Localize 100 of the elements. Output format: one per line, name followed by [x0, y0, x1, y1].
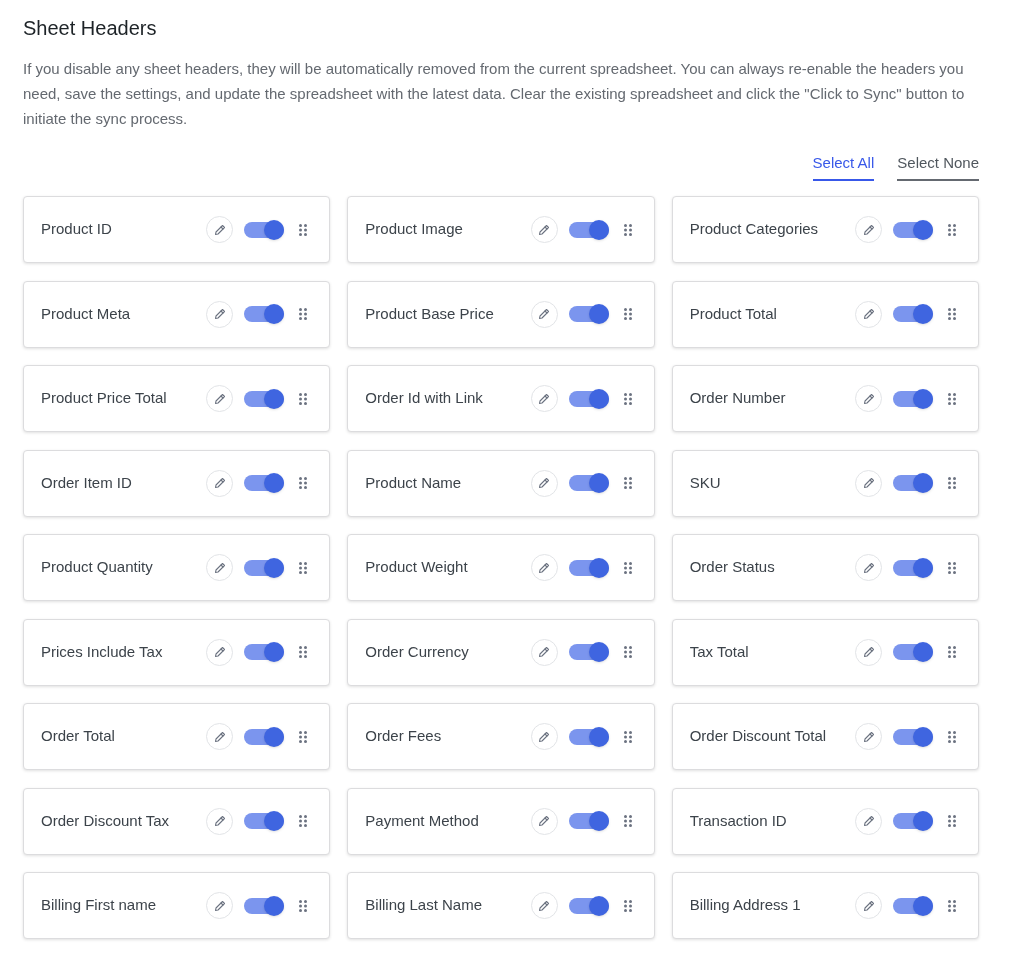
edit-button[interactable]	[855, 216, 882, 243]
toggle-switch[interactable]	[893, 473, 933, 493]
description-text: If you disable any sheet headers, they will be automatically removed from the current spreadsheet. You can always re-enable the headers you need, save the settings, and update the spreadsheet with the latest data. Clear the existing spreadsheet and click the "Click to Sync" button to initiate the sync process.	[23, 59, 966, 129]
edit-button[interactable]	[206, 385, 234, 412]
drag-handle-icon[interactable]	[948, 730, 956, 743]
pencil-icon	[213, 730, 226, 743]
header-label: Payment Method	[365, 810, 480, 831]
header-label: Order Fees	[365, 726, 443, 747]
edit-button[interactable]	[206, 300, 234, 328]
pencil-icon	[862, 815, 875, 827]
toggle-switch[interactable]	[568, 642, 609, 662]
toggle-switch[interactable]	[893, 388, 933, 409]
drag-handle-icon[interactable]	[299, 899, 308, 912]
toggle-switch[interactable]	[244, 726, 285, 747]
edit-button[interactable]	[530, 216, 558, 243]
select-link[interactable]: Select All	[812, 151, 875, 181]
edit-button[interactable]	[530, 469, 558, 497]
edit-button[interactable]	[855, 385, 882, 412]
edit-button[interactable]	[530, 300, 558, 328]
header-label: Order Discount Total	[689, 726, 828, 747]
header-label: Product ID	[41, 219, 113, 240]
toggle-switch[interactable]	[244, 557, 285, 578]
toggle-switch[interactable]	[244, 811, 285, 831]
edit-button[interactable]	[206, 216, 234, 243]
drag-handle-icon[interactable]	[948, 308, 956, 320]
drag-handle-icon[interactable]	[948, 646, 956, 658]
toggle-switch[interactable]	[893, 642, 933, 662]
edit-button[interactable]	[530, 385, 558, 412]
pencil-icon	[213, 646, 226, 658]
edit-button[interactable]	[206, 723, 234, 750]
edit-button[interactable]	[530, 892, 558, 919]
toggle-switch[interactable]	[893, 895, 933, 916]
toggle-switch[interactable]	[568, 473, 609, 493]
header-label: Product Quantity	[41, 557, 154, 578]
edit-button[interactable]	[855, 807, 882, 835]
edit-button[interactable]	[530, 723, 558, 750]
toggle-switch[interactable]	[893, 304, 933, 324]
toggle-switch[interactable]	[568, 388, 609, 409]
toggle-switch[interactable]	[568, 557, 609, 578]
pencil-icon	[538, 223, 551, 236]
edit-button[interactable]	[206, 638, 234, 666]
drag-handle-icon[interactable]	[948, 815, 956, 827]
toggle-switch[interactable]	[893, 557, 933, 578]
drag-handle-icon[interactable]	[299, 730, 308, 743]
edit-button[interactable]	[855, 300, 882, 328]
toggle-switch[interactable]	[893, 726, 933, 747]
drag-handle-icon[interactable]	[948, 899, 956, 912]
toggle-switch[interactable]	[244, 219, 285, 240]
header-label: Billing First name	[41, 895, 158, 916]
toggle-switch[interactable]	[568, 726, 609, 747]
drag-handle-icon[interactable]	[623, 561, 632, 574]
drag-handle-icon[interactable]	[299, 308, 308, 320]
pencil-icon	[862, 477, 875, 489]
drag-handle-icon[interactable]	[948, 392, 956, 405]
edit-button[interactable]	[855, 638, 882, 666]
header-label: Order Discount Tax	[41, 810, 171, 831]
toggle-switch[interactable]	[244, 388, 285, 409]
toggle-switch[interactable]	[568, 219, 609, 240]
drag-handle-icon[interactable]	[299, 561, 308, 574]
edit-button[interactable]	[206, 554, 234, 581]
drag-handle-icon[interactable]	[948, 561, 956, 574]
edit-button[interactable]	[855, 723, 882, 750]
drag-handle-icon[interactable]	[948, 223, 956, 236]
drag-handle-icon[interactable]	[299, 815, 308, 827]
drag-handle-icon[interactable]	[299, 477, 308, 489]
drag-handle-icon[interactable]	[299, 223, 308, 236]
edit-button[interactable]	[206, 469, 234, 497]
drag-handle-icon[interactable]	[623, 899, 632, 912]
edit-button[interactable]	[855, 469, 882, 497]
edit-button[interactable]	[206, 807, 234, 835]
drag-handle-icon[interactable]	[623, 392, 632, 405]
edit-button[interactable]	[855, 892, 882, 919]
drag-handle-icon[interactable]	[623, 223, 632, 236]
toggle-switch[interactable]	[244, 642, 285, 662]
section-title: Sheet Headers	[23, 16, 158, 41]
toggle-switch[interactable]	[568, 304, 609, 324]
pencil-icon	[538, 477, 551, 489]
edit-button[interactable]	[530, 638, 558, 666]
toggle-switch[interactable]	[568, 811, 609, 831]
edit-button[interactable]	[206, 892, 234, 919]
toggle-switch[interactable]	[244, 895, 285, 916]
edit-button[interactable]	[855, 554, 882, 581]
pencil-icon	[862, 899, 875, 912]
toggle-switch[interactable]	[244, 473, 285, 493]
drag-handle-icon[interactable]	[299, 392, 308, 405]
toggle-switch[interactable]	[893, 219, 933, 240]
header-label: Product Base Price	[365, 303, 495, 324]
drag-handle-icon[interactable]	[623, 477, 632, 489]
edit-button[interactable]	[530, 807, 558, 835]
toggle-switch[interactable]	[893, 811, 933, 831]
drag-handle-icon[interactable]	[623, 730, 632, 743]
toggle-switch[interactable]	[244, 304, 285, 324]
drag-handle-icon[interactable]	[948, 477, 956, 489]
select-link[interactable]: Select None	[897, 151, 979, 181]
drag-handle-icon[interactable]	[623, 815, 632, 827]
edit-button[interactable]	[530, 554, 558, 581]
drag-handle-icon[interactable]	[299, 646, 308, 658]
drag-handle-icon[interactable]	[623, 308, 632, 320]
toggle-switch[interactable]	[568, 895, 609, 916]
drag-handle-icon[interactable]	[623, 646, 632, 658]
